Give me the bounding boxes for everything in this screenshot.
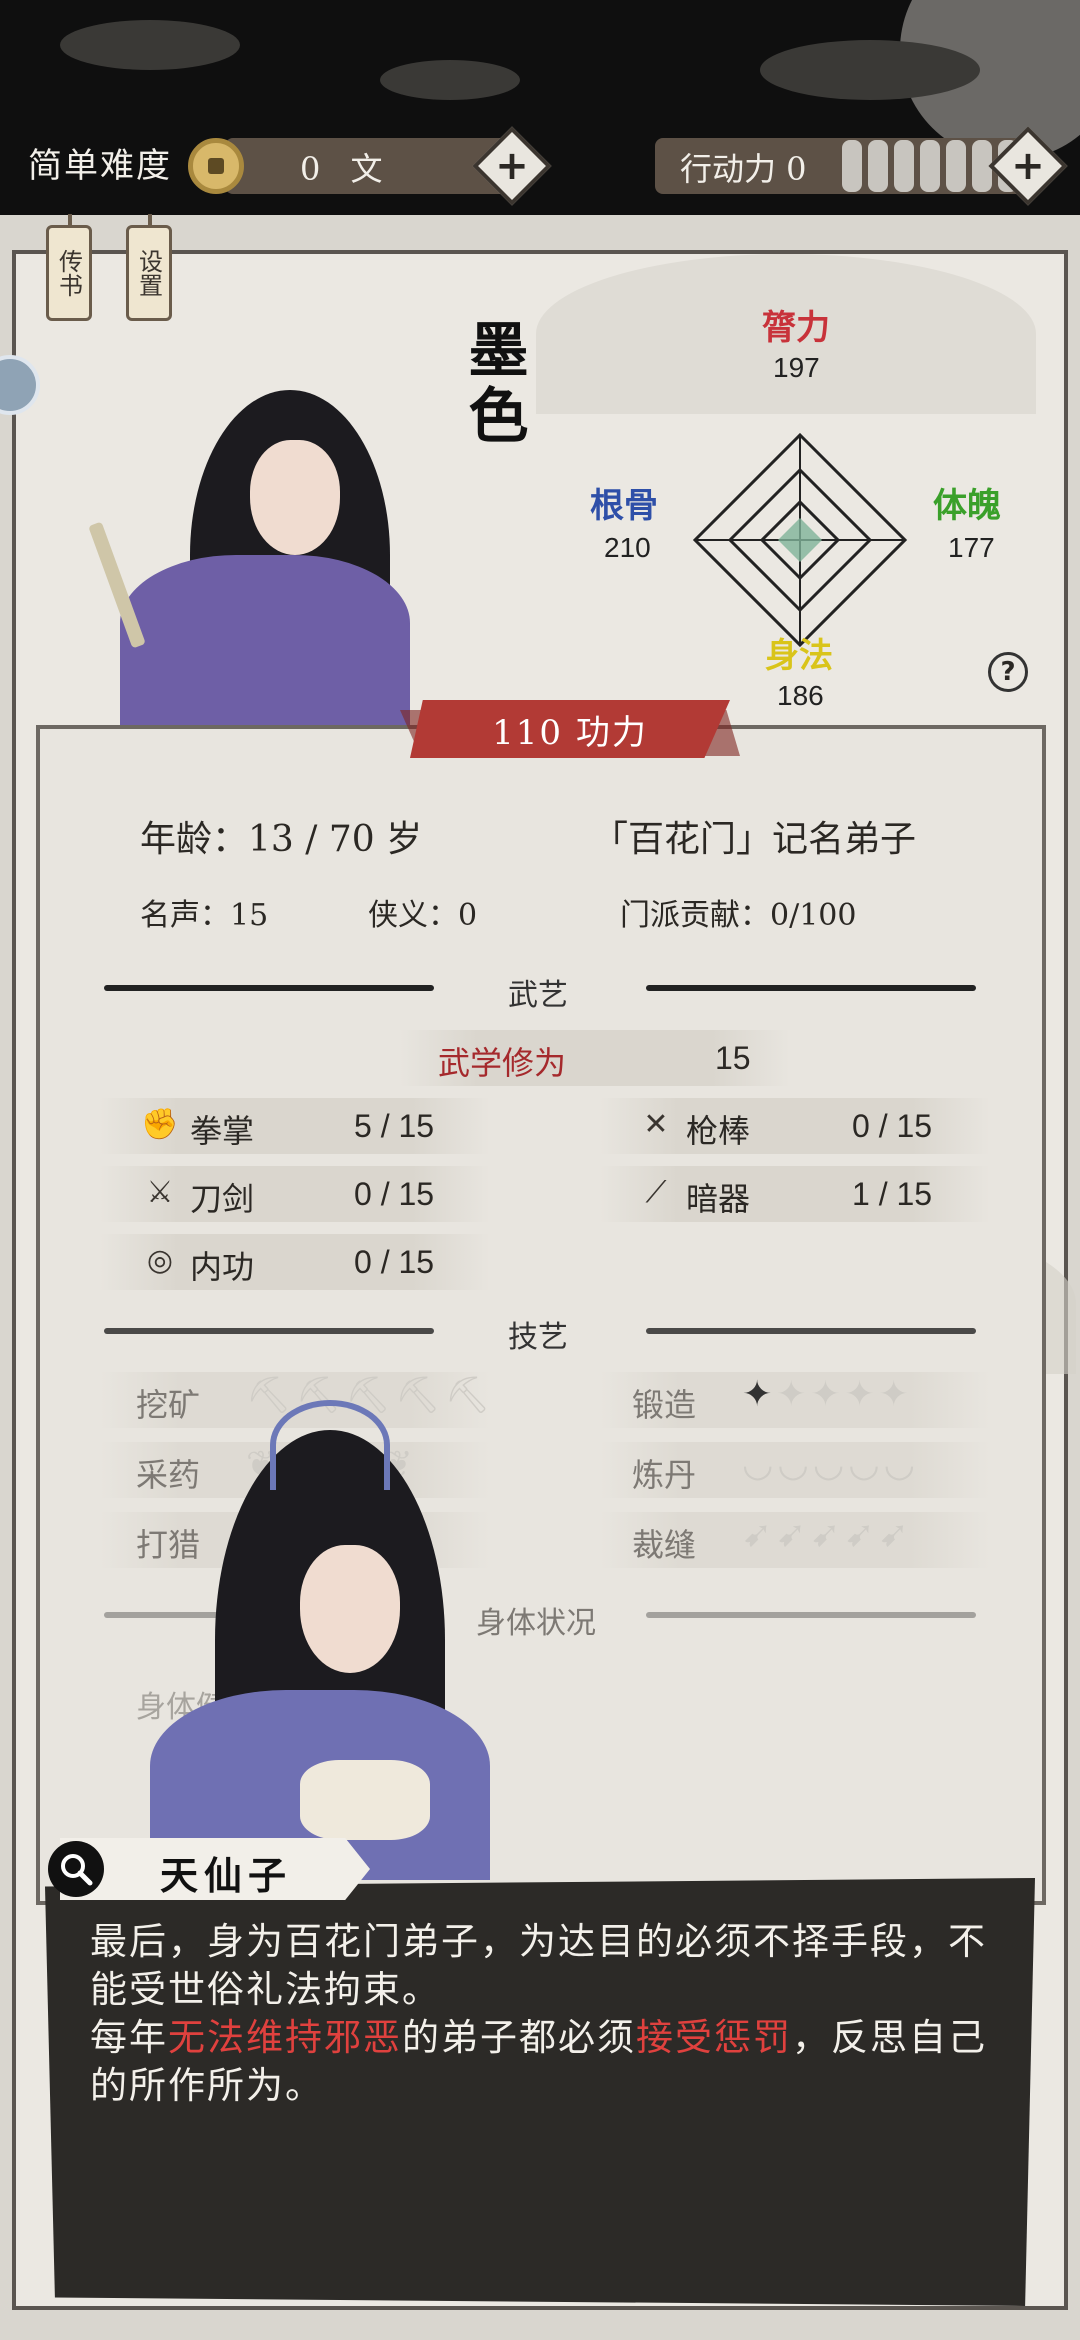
craft-name: 挖矿 xyxy=(136,1386,201,1424)
skill-value: 1 / 15 xyxy=(852,1176,933,1212)
crafts-section-title: 技艺 xyxy=(508,1320,568,1355)
speaker-name: 天仙子 xyxy=(160,1853,293,1898)
settings-tag[interactable]: 设置 xyxy=(126,214,172,321)
plus-icon: + xyxy=(1011,143,1045,189)
strength-label: 膂力 xyxy=(762,308,830,348)
coin-count: 0 文 xyxy=(300,150,393,188)
cloud-decoration xyxy=(60,20,240,70)
skill-value: 0 / 15 xyxy=(354,1176,435,1212)
action-pip xyxy=(842,140,862,192)
cloud-decoration xyxy=(380,60,520,100)
skill-name: 刀剑 xyxy=(190,1180,255,1218)
body-section-title: 身体状况 xyxy=(476,1606,596,1641)
physique-label: 体魄 xyxy=(933,486,1001,526)
needle-icon: ➹➹➹➹➹ xyxy=(742,1514,913,1555)
skill-value: 5 / 15 xyxy=(354,1108,435,1144)
difficulty-label: 简单难度 xyxy=(28,146,172,186)
skill-value: 0 / 15 xyxy=(852,1108,933,1144)
action-pip xyxy=(920,140,940,192)
attribute-radar xyxy=(692,432,908,648)
skill-value: 0 / 15 xyxy=(354,1244,435,1280)
dialog-line: 最后，身为百花门弟子，为达目的必须不择手段，不能受世俗礼法拘束。 xyxy=(90,1920,987,2011)
action-pip xyxy=(946,140,966,192)
chivalry-text: 侠义：0 xyxy=(368,898,478,933)
craft-name: 炼丹 xyxy=(632,1456,697,1494)
mortar-icon: ◡◡◡◡◡ xyxy=(742,1444,920,1485)
craft-name: 采药 xyxy=(136,1456,201,1494)
dialog-segment: 的弟子都必须 xyxy=(402,2016,636,2059)
power-banner: 110 功力 xyxy=(410,700,730,758)
skill-name: 内功 xyxy=(190,1248,255,1286)
divider xyxy=(104,1328,434,1334)
anvil-icon: ✦✦✦✦✦ xyxy=(742,1374,913,1415)
dialog-highlight: 无法维持邪恶 xyxy=(168,2016,402,2059)
skill-name: 枪棒 xyxy=(686,1112,751,1150)
age-text: 年龄：13 / 70 岁 xyxy=(140,819,423,860)
craft-name: 裁缝 xyxy=(632,1526,697,1564)
physique-value: 177 xyxy=(948,532,995,563)
divider xyxy=(646,1328,976,1334)
dialog-highlight: 接受惩罚 xyxy=(636,2016,792,2059)
divider xyxy=(646,985,976,991)
contribution-text: 门派贡献：0/100 xyxy=(620,898,857,933)
divider xyxy=(104,985,434,991)
craft-name: 锻造 xyxy=(632,1386,697,1424)
inner-energy-icon: ◎ xyxy=(146,1242,174,1278)
dialog-text: 最后，身为百花门弟子，为达目的必须不择手段，不能受世俗礼法拘束。 每年无法维持邪… xyxy=(90,1918,990,2110)
root-value: 210 xyxy=(604,532,651,563)
agility-label: 身法 xyxy=(765,636,833,676)
biography-tag[interactable]: 传书 xyxy=(46,214,92,321)
cloud-decoration xyxy=(760,40,980,100)
root-label: 根骨 xyxy=(590,486,658,526)
martial-section-title: 武艺 xyxy=(508,978,568,1013)
skill-name: 拳掌 xyxy=(190,1112,255,1150)
cultivation-label: 武学修为 xyxy=(438,1044,567,1082)
sect-text: 「百花门」记名弟子 xyxy=(592,819,917,860)
action-pip xyxy=(868,140,888,192)
hidden-weapon-icon: ⟋ xyxy=(645,1174,667,1210)
coin-icon xyxy=(188,138,244,194)
divider xyxy=(646,1612,976,1618)
crossed-spears-icon: ✕ xyxy=(643,1106,669,1142)
pickaxe-icon: ⛏⛏⛏⛏⛏ xyxy=(246,1375,495,1416)
craft-name: 打猎 xyxy=(136,1526,201,1564)
crossed-swords-icon: ⚔ xyxy=(146,1174,174,1210)
strength-value: 197 xyxy=(773,352,820,383)
help-icon[interactable]: ? xyxy=(988,652,1028,692)
character-name: 墨色 xyxy=(458,318,528,450)
agility-value: 186 xyxy=(777,680,824,711)
fame-text: 名声：15 xyxy=(140,898,269,933)
action-pip xyxy=(894,140,914,192)
skill-name: 暗器 xyxy=(686,1180,751,1218)
magnifier-icon[interactable] xyxy=(48,1841,104,1897)
cultivation-value: 15 xyxy=(715,1040,751,1076)
dialog-segment: 每年 xyxy=(90,2016,168,2059)
action-points-label: 行动力 0 xyxy=(680,150,807,188)
plus-icon: + xyxy=(495,143,529,189)
fist-icon: ✊ xyxy=(141,1106,179,1142)
